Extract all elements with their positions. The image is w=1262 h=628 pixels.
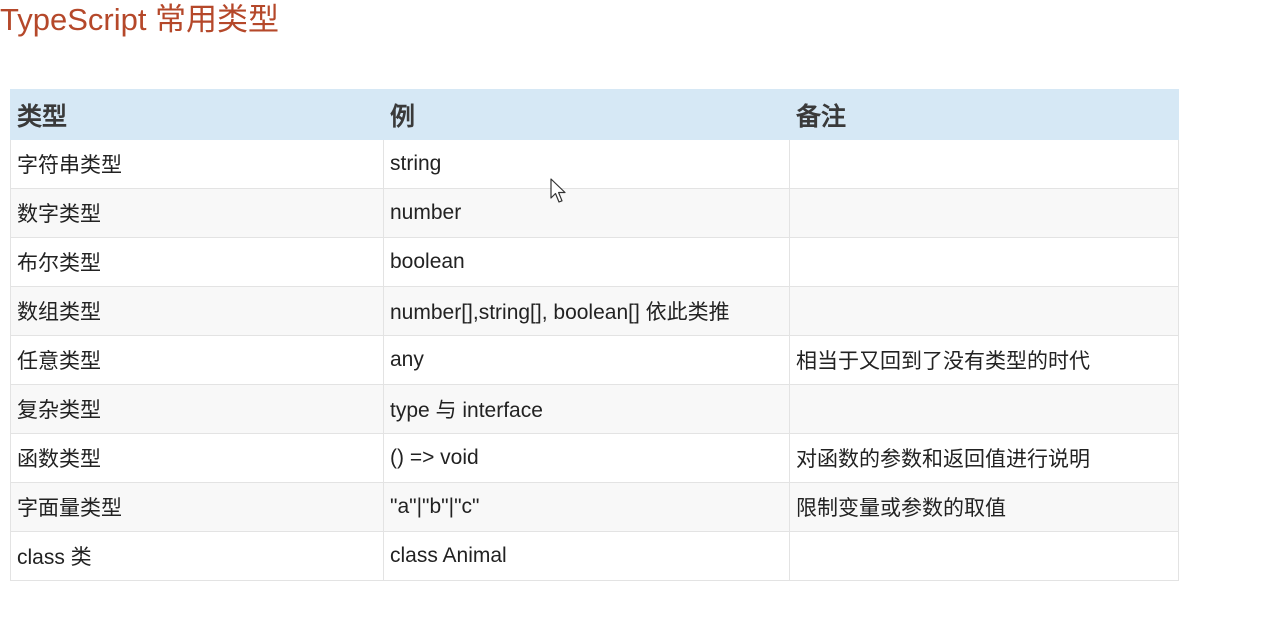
- table-header-row: 类型 例 备注: [10, 89, 1179, 140]
- column-header-type: 类型: [10, 89, 384, 140]
- cell-note: 相当于又回到了没有类型的时代: [789, 335, 1179, 385]
- cell-type: 复杂类型: [10, 384, 384, 434]
- slide-page: TypeScript 常用类型 类型 例 备注 字符串类型 string 数字类…: [0, 0, 1262, 628]
- cell-type: 任意类型: [10, 335, 384, 385]
- cell-type: 数字类型: [10, 188, 384, 238]
- types-table: 类型 例 备注 字符串类型 string 数字类型 number 布尔类型 bo…: [10, 89, 1179, 581]
- mouse-pointer-icon: [550, 178, 566, 203]
- cell-type: 布尔类型: [10, 237, 384, 287]
- cell-example: "a"|"b"|"c": [383, 482, 790, 532]
- table-row: 字符串类型 string: [10, 139, 1179, 189]
- cell-example: boolean: [383, 237, 790, 287]
- cell-type: class 类: [10, 531, 384, 581]
- cell-note: [789, 384, 1179, 434]
- cell-example: () => void: [383, 433, 790, 483]
- table-row: 函数类型 () => void 对函数的参数和返回值进行说明: [10, 433, 1179, 483]
- cell-note: [789, 188, 1179, 238]
- cell-example: number: [383, 188, 790, 238]
- cell-note: 限制变量或参数的取值: [789, 482, 1179, 532]
- column-header-example: 例: [383, 89, 790, 140]
- page-title: TypeScript 常用类型: [0, 2, 280, 37]
- cell-example: any: [383, 335, 790, 385]
- cell-example: string: [383, 139, 790, 189]
- cell-type: 字面量类型: [10, 482, 384, 532]
- table-row: 复杂类型 type 与 interface: [10, 384, 1179, 434]
- table-row: 数字类型 number: [10, 188, 1179, 238]
- column-header-note: 备注: [789, 89, 1179, 140]
- cell-note: [789, 531, 1179, 581]
- table-row: 任意类型 any 相当于又回到了没有类型的时代: [10, 335, 1179, 385]
- table-row: 字面量类型 "a"|"b"|"c" 限制变量或参数的取值: [10, 482, 1179, 532]
- cell-example: type 与 interface: [383, 384, 790, 434]
- table-row: class 类 class Animal: [10, 531, 1179, 581]
- cell-example: class Animal: [383, 531, 790, 581]
- cell-type: 函数类型: [10, 433, 384, 483]
- cell-note: [789, 139, 1179, 189]
- table-row: 布尔类型 boolean: [10, 237, 1179, 287]
- cell-example: number[],string[], boolean[] 依此类推: [383, 286, 790, 336]
- cell-note: [789, 286, 1179, 336]
- cell-note: 对函数的参数和返回值进行说明: [789, 433, 1179, 483]
- cell-note: [789, 237, 1179, 287]
- table-row: 数组类型 number[],string[], boolean[] 依此类推: [10, 286, 1179, 336]
- cell-type: 字符串类型: [10, 139, 384, 189]
- cell-type: 数组类型: [10, 286, 384, 336]
